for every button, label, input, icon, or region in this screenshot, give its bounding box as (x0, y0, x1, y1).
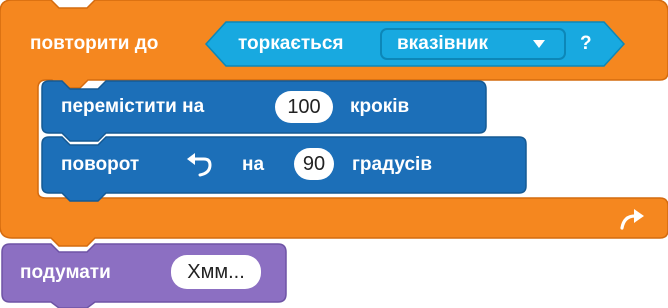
repeat-until-label: повторити до (30, 33, 159, 54)
dropdown-arrow-icon[interactable] (531, 38, 547, 50)
steps-input[interactable]: 100 (275, 91, 333, 123)
turn-label: поворот (61, 154, 140, 175)
turn-left-icon (187, 153, 212, 177)
degrees-input[interactable]: 90 (294, 148, 334, 180)
script-canvas: повторити до торкається вказівник ? пере… (0, 0, 668, 308)
think-label: подумати (20, 262, 111, 283)
steps-unit-label: кроків (350, 96, 410, 117)
dropdown-value: вказівник (397, 33, 489, 54)
touching-label: торкається (238, 33, 344, 54)
question-mark: ? (580, 33, 592, 54)
move-label: перемістити на (61, 96, 205, 117)
degrees-unit-label: градусів (352, 154, 432, 175)
think-message-input[interactable]: Хмм... (171, 255, 261, 289)
turn-by-label: на (242, 154, 265, 175)
loop-arrow-icon (620, 209, 644, 230)
